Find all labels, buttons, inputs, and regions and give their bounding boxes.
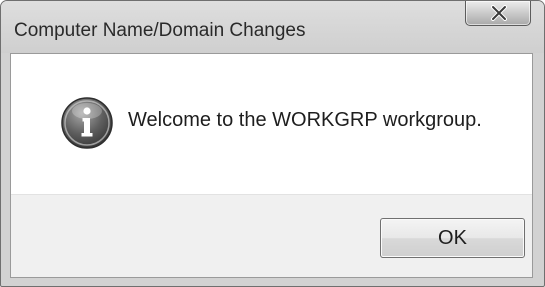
title-bar[interactable]: Computer Name/Domain Changes [1,1,544,53]
dialog-window: Computer Name/Domain Changes Welcome to … [0,0,545,287]
ok-button[interactable]: OK [380,218,525,258]
message-area: Welcome to the WORKGRP workgroup. [11,54,532,194]
close-button[interactable] [465,1,531,26]
dialog-message: Welcome to the WORKGRP workgroup. [128,109,482,131]
dialog-content: Welcome to the WORKGRP workgroup. OK [10,53,533,278]
info-icon [61,97,113,149]
button-bar: OK [11,194,532,277]
close-icon [491,5,507,21]
window-title: Computer Name/Domain Changes [14,20,306,41]
